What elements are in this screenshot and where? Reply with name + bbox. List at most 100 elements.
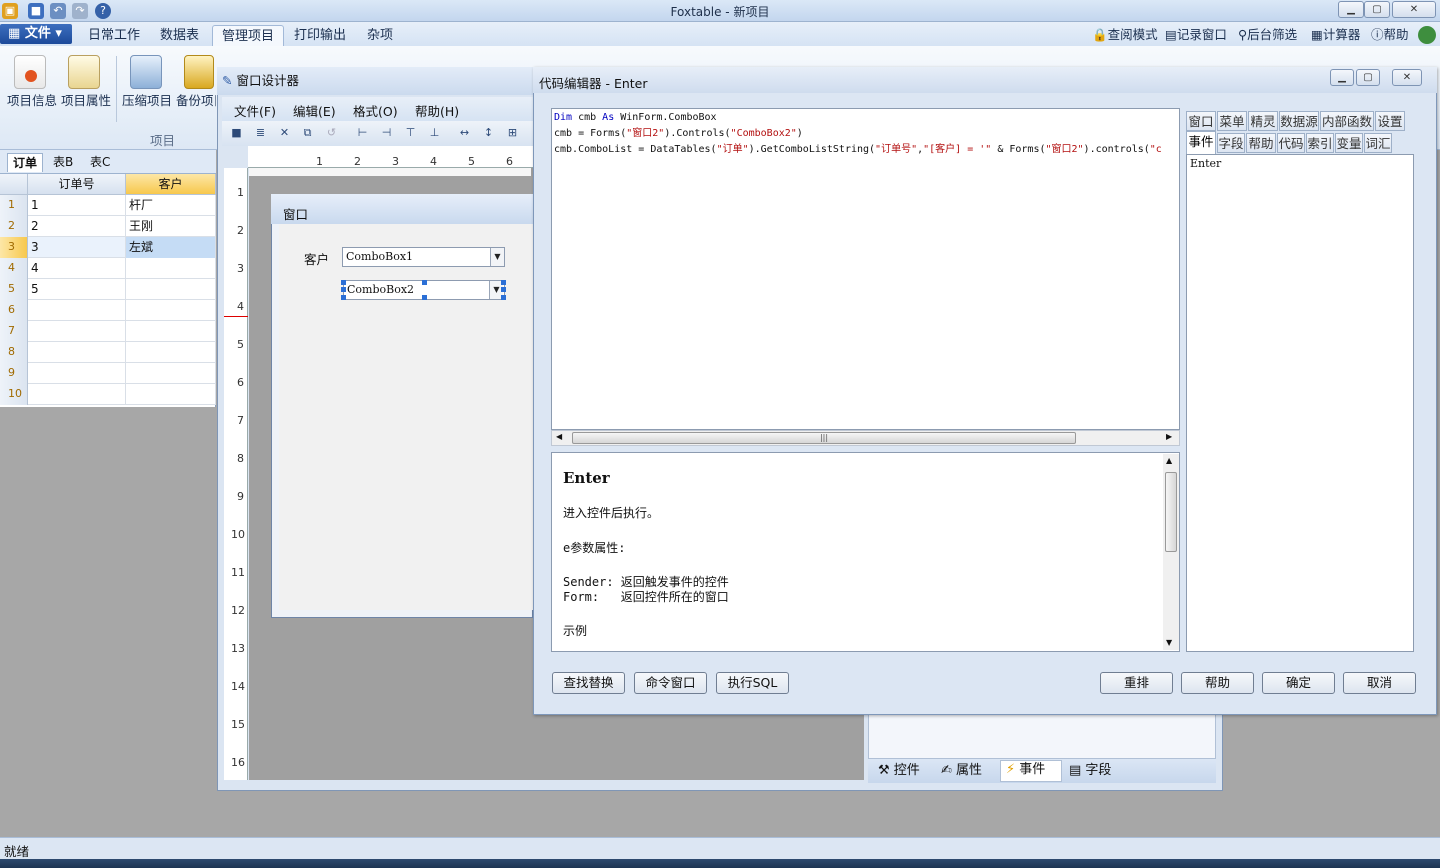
help-button[interactable]: ⓘ帮助 [1371, 25, 1409, 45]
row-number[interactable]: 1 [0, 195, 28, 216]
taskbar[interactable] [0, 859, 1440, 868]
row-number[interactable]: 10 [0, 384, 28, 405]
editor-tab[interactable]: 帮助 [1246, 133, 1276, 153]
cell-order-no[interactable] [28, 384, 126, 405]
horizontal-scroll-thumb[interactable]: ||| [572, 432, 1076, 444]
tab-manage-project[interactable]: 管理项目 [212, 25, 285, 46]
scroll-right-icon[interactable]: ▶ [1166, 432, 1172, 441]
tab-controls[interactable]: ⚒ 控件 [878, 762, 920, 780]
row-number[interactable]: 8 [0, 342, 28, 363]
row-number[interactable]: 5 [0, 279, 28, 300]
compress-project-icon[interactable] [130, 55, 162, 89]
rearrange-button[interactable]: 重排 [1100, 672, 1173, 694]
background-filter-button[interactable]: ⚲后台筛选 [1238, 25, 1297, 45]
same-height-icon[interactable]: ↕ [481, 126, 496, 140]
cell-order-no[interactable] [28, 342, 126, 363]
cell-customer[interactable]: 左斌 [126, 237, 216, 258]
combobox1[interactable]: ComboBox1 [342, 247, 505, 267]
cell-order-no[interactable]: 3 [28, 237, 126, 258]
tab-print-output[interactable]: 打印输出 [285, 25, 355, 46]
editor-tab[interactable]: 代码 [1277, 133, 1305, 153]
help-button[interactable]: 帮助 [1181, 672, 1254, 694]
designer-menu-format[interactable]: 格式(O) [353, 101, 398, 120]
cell-customer[interactable] [126, 300, 216, 321]
file-menu-button[interactable]: ▦ 文件 ▾ [0, 24, 72, 44]
column-header-order-no[interactable]: 订单号 [28, 174, 126, 195]
row-number[interactable]: 9 [0, 363, 28, 384]
ok-button[interactable]: 确定 [1262, 672, 1335, 694]
cell-order-no[interactable]: 2 [28, 216, 126, 237]
read-mode-button[interactable]: 🔒查阅模式 [1092, 25, 1158, 45]
cell-customer[interactable] [126, 279, 216, 300]
align-top-icon[interactable]: ⊤ [403, 126, 418, 140]
align-bottom-icon[interactable]: ⊥ [427, 126, 442, 140]
editor-tab[interactable]: 字段 [1217, 133, 1245, 153]
project-properties-label[interactable]: 项目属性 [61, 90, 111, 109]
cancel-button[interactable]: 取消 [1343, 672, 1416, 694]
close-button[interactable]: ✕ [1392, 1, 1436, 18]
user-icon[interactable] [1418, 26, 1436, 44]
designer-menu-help[interactable]: 帮助(H) [415, 101, 459, 120]
same-width-icon[interactable]: ↔ [457, 126, 472, 140]
chevron-down-icon[interactable]: ▼ [490, 248, 504, 266]
editor-tab[interactable]: 索引 [1306, 133, 1334, 153]
resize-handle[interactable] [501, 287, 506, 292]
editor-tab[interactable]: 词汇 [1364, 133, 1392, 153]
align-left-icon[interactable]: ⊢ [355, 126, 370, 140]
find-replace-button[interactable]: 查找替换 [552, 672, 625, 694]
save-icon[interactable]: ■ [229, 126, 244, 140]
same-size-icon[interactable]: ⊞ [505, 126, 520, 140]
row-number[interactable]: 2 [0, 216, 28, 237]
resize-handle[interactable] [341, 287, 346, 292]
scroll-up-icon[interactable]: ▲ [1166, 456, 1172, 465]
resize-handle[interactable] [341, 295, 346, 300]
resize-handle[interactable] [501, 295, 506, 300]
editor-tab[interactable]: 事件 [1186, 131, 1216, 154]
resize-handle[interactable] [501, 280, 506, 285]
sheet-tab-orders[interactable]: 订单 [7, 153, 44, 172]
row-number[interactable]: 3 [0, 237, 28, 258]
copy-icon[interactable]: ⧉ [300, 126, 315, 140]
close-button[interactable]: ✕ [1392, 69, 1422, 86]
minimize-button[interactable]: ▁ [1338, 1, 1364, 18]
editor-tab[interactable]: 数据源 [1279, 111, 1319, 131]
editor-tab[interactable]: 窗口 [1186, 111, 1216, 131]
backup-project-label[interactable]: 备份项目 [176, 90, 216, 109]
column-header-customer[interactable]: 客户 [126, 174, 216, 195]
sheet-tab-b[interactable]: 表B [48, 153, 78, 171]
execute-sql-button[interactable]: 执行SQL [716, 672, 789, 694]
calculator-button[interactable]: ▦计算器 [1311, 25, 1360, 45]
designer-menu-file[interactable]: 文件(F) [234, 101, 276, 120]
align-right-icon[interactable]: ⊣ [379, 126, 394, 140]
compress-project-label[interactable]: 压缩项目 [122, 90, 172, 109]
cell-order-no[interactable] [28, 321, 126, 342]
resize-handle[interactable] [422, 280, 427, 285]
backup-project-icon[interactable] [184, 55, 214, 89]
tab-properties[interactable]: ✍ 属性 [941, 762, 982, 780]
maximize-button[interactable]: ▢ [1356, 69, 1380, 86]
cell-customer[interactable]: 王刚 [126, 216, 216, 237]
customer-label[interactable]: 客户 [304, 249, 329, 268]
editor-tab[interactable]: 菜单 [1217, 111, 1247, 131]
cell-order-no[interactable] [28, 363, 126, 384]
editor-tab[interactable]: 变量 [1335, 133, 1363, 153]
cut-icon[interactable]: ✕ [277, 126, 292, 140]
row-number[interactable]: 6 [0, 300, 28, 321]
minimize-button[interactable]: ▁ [1330, 69, 1354, 86]
designer-menu-edit[interactable]: 编辑(E) [293, 101, 336, 120]
help-text-area[interactable] [551, 452, 1180, 652]
command-window-button[interactable]: 命令窗口 [634, 672, 707, 694]
grid-corner[interactable] [0, 174, 28, 195]
scroll-left-icon[interactable]: ◀ [556, 432, 562, 441]
editor-tab[interactable]: 设置 [1375, 111, 1405, 131]
cell-customer[interactable] [126, 321, 216, 342]
maximize-button[interactable]: ▢ [1364, 1, 1390, 18]
tab-fields[interactable]: ▤ 字段 [1069, 762, 1111, 780]
project-info-icon[interactable] [14, 55, 46, 89]
resize-handle[interactable] [422, 295, 427, 300]
cell-customer[interactable]: 杆厂 [126, 195, 216, 216]
event-list[interactable] [1186, 154, 1414, 652]
paste-icon[interactable]: ↺ [324, 126, 339, 140]
resize-handle[interactable] [341, 280, 346, 285]
cell-customer[interactable] [126, 384, 216, 405]
